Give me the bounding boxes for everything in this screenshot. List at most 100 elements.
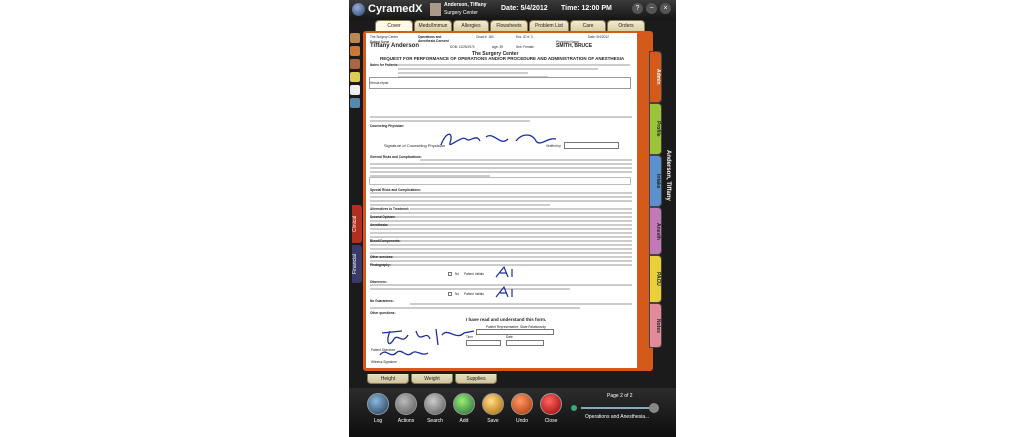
witness-signature-label: Witness Signature bbox=[371, 360, 397, 364]
time-input[interactable] bbox=[466, 340, 501, 346]
eraser-tool-icon[interactable] bbox=[350, 72, 360, 82]
body-text-lines bbox=[370, 192, 632, 266]
save-button[interactable]: Save bbox=[480, 393, 506, 429]
btab-height[interactable]: Height bbox=[367, 374, 409, 384]
rtab-intake[interactable]: Intake bbox=[649, 155, 662, 207]
patient-dob: DOB: 12/25/1972 bbox=[450, 45, 475, 49]
undo-button[interactable]: Undo bbox=[509, 393, 535, 429]
rtab-profile[interactable]: Profile bbox=[649, 103, 662, 155]
undo-icon bbox=[511, 393, 533, 415]
date-field-label: Date bbox=[506, 335, 513, 339]
add-icon bbox=[453, 393, 475, 415]
procedure-box[interactable] bbox=[369, 77, 631, 89]
guarantee-lines bbox=[370, 303, 632, 309]
time-display: Time: 12:00 PM bbox=[561, 5, 612, 12]
observers-initials-label: Patient Initials bbox=[464, 292, 484, 296]
app-name: CyramedX bbox=[368, 3, 423, 15]
patient-sex: Sex: Female bbox=[516, 45, 534, 49]
rtab-admin[interactable]: Admin bbox=[649, 51, 662, 103]
rtab-pacu[interactable]: PACU bbox=[649, 255, 662, 303]
undo-label: Undo bbox=[516, 418, 528, 424]
slider-track[interactable] bbox=[581, 407, 651, 409]
avatar bbox=[430, 3, 441, 16]
photo-initials-signature bbox=[495, 265, 513, 278]
patient-name: Tiffany Anderson bbox=[370, 43, 420, 49]
minimize-button[interactable]: − bbox=[646, 3, 657, 14]
page-slider[interactable] bbox=[571, 403, 661, 413]
marker-tool-icon[interactable] bbox=[350, 46, 360, 56]
date-input[interactable] bbox=[506, 340, 544, 346]
add-button[interactable]: Add bbox=[451, 393, 477, 429]
verified-select[interactable] bbox=[564, 142, 619, 149]
sig-counseling-label: Signature of Counseling Physician bbox=[384, 143, 445, 148]
btab-weight[interactable]: Weight bbox=[411, 374, 453, 384]
select-tool-icon[interactable] bbox=[350, 98, 360, 108]
side-tab-financial[interactable]: Financial bbox=[352, 245, 362, 283]
tab-flowsheets[interactable]: Flowsheets bbox=[490, 20, 528, 31]
rtab-notes[interactable]: Notes bbox=[649, 303, 662, 348]
actions-button[interactable]: Actions bbox=[393, 393, 419, 429]
search-label: Search bbox=[427, 418, 443, 424]
counseling-lines bbox=[370, 116, 632, 122]
left-toolbox bbox=[350, 33, 362, 113]
close-label: Close bbox=[544, 418, 558, 424]
highlighter-tool-icon[interactable] bbox=[350, 59, 360, 69]
search-icon bbox=[424, 393, 446, 415]
photo-no-checkbox[interactable] bbox=[448, 272, 452, 276]
read-understand: I have read and understand this form. bbox=[466, 317, 547, 322]
form-name: Operations and Anesthesia Consent bbox=[418, 35, 449, 43]
app-logo-icon bbox=[352, 3, 365, 16]
slider-next-icon[interactable] bbox=[649, 403, 659, 413]
tab-orders[interactable]: Orders bbox=[607, 20, 645, 31]
observers-initials-signature bbox=[495, 285, 513, 298]
date-display: Date: 5/4/2012 bbox=[501, 5, 548, 12]
form-facility: The Surgery Center bbox=[370, 35, 398, 39]
chart-number: Chart #: 163 bbox=[476, 35, 494, 39]
observers-no-checkbox[interactable] bbox=[448, 292, 452, 296]
log-button[interactable]: Log bbox=[365, 393, 391, 429]
bottom-toolbar: Log Actions Search Add Save Undo Close P… bbox=[349, 388, 676, 437]
bottom-tabs: Height Weight Supplies bbox=[367, 374, 527, 385]
user-name: Anderson, Tiffany bbox=[444, 2, 487, 8]
form-date: Date: 5/4/2012 bbox=[588, 35, 609, 39]
section-other-services: Other services: bbox=[370, 255, 394, 259]
tab-cover[interactable]: Cover bbox=[375, 20, 413, 31]
tab-allergies[interactable]: Allergies bbox=[453, 20, 489, 31]
document-frame: The Surgery Center Operations and Anesth… bbox=[363, 31, 653, 371]
side-tab-clinical[interactable]: Clinical bbox=[352, 205, 362, 243]
actions-icon bbox=[395, 393, 417, 415]
add-label: Add bbox=[459, 418, 469, 424]
tab-care[interactable]: Care bbox=[570, 20, 606, 31]
consent-form-page: The Surgery Center Operations and Anesth… bbox=[366, 33, 637, 368]
form-subtitle: REQUEST FOR PERFORMANCE OF OPERATIONS AN… bbox=[380, 56, 625, 61]
section-photography: Photography: bbox=[370, 263, 391, 267]
app-frame: CyramedX Anderson, Tiffany Surgery Cente… bbox=[349, 0, 676, 437]
enc-id: Enc. ID #: 3 bbox=[516, 35, 533, 39]
section-other-questions: Other questions: bbox=[370, 311, 396, 315]
save-label: Save bbox=[487, 418, 499, 424]
section-counseling: Counseling Physician: bbox=[370, 124, 405, 128]
tab-meds-immun[interactable]: Meds/Immun bbox=[414, 20, 452, 31]
search-button[interactable]: Search bbox=[422, 393, 448, 429]
tab-problem-list[interactable]: Problem List bbox=[529, 20, 569, 31]
time-field-label: Time bbox=[466, 335, 473, 339]
close-button[interactable]: Close bbox=[538, 393, 564, 429]
actions-label: Actions bbox=[397, 418, 415, 424]
rtab-anesth[interactable]: Anesth bbox=[649, 207, 662, 255]
general-risks-box[interactable] bbox=[369, 177, 631, 185]
title-bar: CyramedX Anderson, Tiffany Surgery Cente… bbox=[349, 0, 676, 20]
slider-prev-icon[interactable] bbox=[571, 405, 577, 411]
close-icon bbox=[540, 393, 562, 415]
help-button[interactable]: ? bbox=[632, 3, 643, 14]
section-anesthesia: Anesthesia: bbox=[370, 223, 389, 227]
text-tool-icon[interactable] bbox=[350, 85, 360, 95]
verified-label: Verified by bbox=[546, 144, 561, 148]
document-name: Operations and Anesthesia... bbox=[585, 414, 650, 420]
user-location: Surgery Center bbox=[444, 10, 478, 16]
btab-supplies[interactable]: Supplies bbox=[455, 374, 497, 384]
section-blood: Blood/Components: bbox=[370, 239, 401, 243]
section-second-opinion: Second Opinion: bbox=[370, 215, 396, 219]
pen-tool-icon[interactable] bbox=[350, 33, 360, 43]
patient-name-tab: Anderson, Tiffany bbox=[665, 150, 671, 201]
close-window-button[interactable]: × bbox=[660, 3, 671, 14]
